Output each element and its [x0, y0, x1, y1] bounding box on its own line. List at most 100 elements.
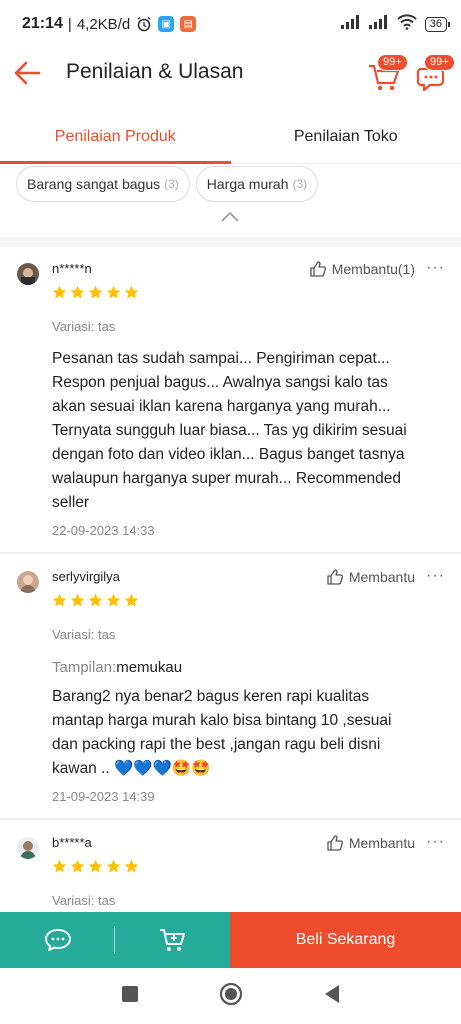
review-content-line: walaupun harganya super murah... Recomme…: [52, 470, 401, 487]
review-variation: Variasi: tas: [52, 893, 116, 908]
signal-icon: [340, 15, 361, 33]
review-username: b*****a: [52, 835, 92, 850]
review-card: b*****a Membantu ··· Variasi: tas: [0, 821, 461, 912]
review-date: 22-09-2023 14:33: [52, 523, 155, 538]
buy-now-button[interactable]: Beli Sekarang: [230, 912, 461, 968]
page-title: Penilaian & Ulasan: [66, 60, 244, 83]
alarm-icon: [136, 16, 152, 32]
review-tabs: Penilaian Produk Penilaian Toko: [0, 108, 461, 164]
star-icon: [52, 859, 67, 873]
home-icon[interactable]: [219, 982, 243, 1011]
review-content-line: kawan .. 💙💙💙🤩🤩: [52, 760, 211, 777]
star-icon: [70, 593, 85, 607]
star-icon: [106, 593, 121, 607]
filter-chip-count: (3): [164, 177, 179, 191]
thumbs-up-icon: [310, 261, 326, 277]
helpful-label: Membantu(1): [331, 261, 415, 277]
review-content-line: Ternyata sungguh luar biasa... Tas yg di…: [52, 422, 407, 439]
star-icon: [106, 859, 121, 873]
review-content-line: dengan foto dan video iklan... Bagus ban…: [52, 446, 405, 463]
review-content-line: seller: [52, 494, 90, 511]
review-content-line: Respon penjual bagus... Awalnya sangsi k…: [52, 374, 388, 391]
filter-chip-count: (3): [292, 177, 308, 191]
status-time: 21:14: [22, 15, 63, 32]
review-card: n*****n Membantu(1) ··· Variasi: tas Pes…: [0, 247, 461, 545]
helpful-label: Membantu: [348, 835, 415, 851]
status-bar: 21:14 | 4,2KB/d ▣ ▤ 36: [0, 0, 461, 48]
helpful-button[interactable]: Membantu: [326, 568, 415, 586]
chat-seller-button[interactable]: [0, 912, 115, 968]
review-attribute: Tampilan:memukau: [52, 659, 182, 676]
star-icon: [52, 285, 67, 299]
back-nav-icon[interactable]: [323, 984, 341, 1009]
more-options-icon[interactable]: ···: [426, 259, 445, 277]
filter-chip-label: Harga murah: [206, 176, 289, 192]
review-variation: Variasi: tas: [52, 319, 116, 334]
add-to-cart-icon: [159, 929, 185, 951]
chat-badge: 99+: [424, 54, 455, 71]
section-divider: [0, 237, 461, 247]
signal-icon-2: [368, 15, 389, 33]
status-network-speed: 4,2KB/d: [76, 15, 131, 33]
review-username: n*****n: [52, 261, 92, 276]
review-content: Pesanan tas sudah sampai... Pengiriman c…: [52, 347, 447, 515]
avatar[interactable]: [17, 571, 39, 593]
more-options-icon[interactable]: ···: [426, 567, 445, 585]
review-content-line: Pesanan tas sudah sampai... Pengiriman c…: [52, 350, 390, 367]
battery-indicator: 36: [424, 16, 451, 32]
review-separator: [0, 552, 461, 554]
app-header: Penilaian & Ulasan 99+ 99+: [0, 48, 461, 98]
chat-button[interactable]: 99+: [416, 54, 456, 92]
thumbs-up-icon: [327, 835, 343, 851]
star-icon: [124, 285, 139, 299]
filter-chip[interactable]: Harga murah (3): [195, 166, 319, 202]
attribute-value: memukau: [116, 659, 183, 676]
star-icon: [88, 593, 103, 607]
app-notification-icon: ▣: [158, 16, 175, 32]
more-options-icon[interactable]: ···: [426, 833, 445, 851]
star-icon: [124, 859, 139, 873]
cart-button[interactable]: 99+: [366, 54, 408, 92]
recent-apps-icon[interactable]: [121, 985, 139, 1008]
back-arrow-icon[interactable]: [12, 58, 42, 88]
chat-icon: [44, 929, 71, 951]
review-card: serlyvirgilya Membantu ··· Variasi: tas …: [0, 555, 461, 817]
star-icon: [70, 285, 85, 299]
star-rating: [52, 285, 139, 300]
thumbs-up-icon: [327, 569, 343, 585]
add-to-cart-button[interactable]: [115, 912, 230, 968]
chevron-up-icon[interactable]: [220, 210, 240, 224]
review-content-line: dan packing rapi the best ,jangan ragu b…: [52, 736, 381, 753]
review-username: serlyvirgilya: [52, 569, 120, 584]
system-nav-bar: [0, 968, 461, 1024]
star-rating: [52, 859, 139, 874]
helpful-button[interactable]: Membantu(1): [309, 260, 415, 278]
review-variation: Variasi: tas: [52, 627, 116, 642]
filter-chip[interactable]: Barang sangat bagus (3): [16, 166, 190, 202]
star-icon: [88, 285, 103, 299]
star-rating: [52, 593, 139, 608]
star-icon: [88, 859, 103, 873]
star-icon: [52, 593, 67, 607]
review-content-line: akan sesuai iklan karena harganya yang m…: [52, 398, 391, 415]
avatar[interactable]: [17, 837, 39, 859]
bottom-action-bar: Beli Sekarang: [0, 912, 461, 968]
tab-product-reviews[interactable]: Penilaian Produk: [0, 108, 231, 164]
filter-chip-label: Barang sangat bagus: [27, 176, 161, 192]
attribute-label: Tampilan:: [52, 659, 117, 676]
review-content: Barang2 nya benar2 bagus keren rapi kual…: [52, 685, 447, 781]
review-content-line: mantap harga murah kalo bisa bintang 10 …: [52, 712, 392, 729]
cart-badge: 99+: [377, 54, 408, 71]
avatar[interactable]: [17, 263, 39, 285]
shopee-notification-icon: ▤: [180, 16, 197, 32]
review-date: 21-09-2023 14:39: [52, 789, 155, 804]
helpful-label: Membantu: [348, 569, 415, 585]
review-content-line: Barang2 nya benar2 bagus keren rapi kual…: [52, 688, 370, 705]
star-icon: [70, 859, 85, 873]
tab-shop-reviews[interactable]: Penilaian Toko: [231, 108, 461, 163]
star-icon: [124, 593, 139, 607]
review-separator: [0, 818, 461, 820]
wifi-icon: [397, 14, 417, 34]
status-separator: |: [67, 15, 72, 33]
helpful-button[interactable]: Membantu: [326, 834, 415, 852]
